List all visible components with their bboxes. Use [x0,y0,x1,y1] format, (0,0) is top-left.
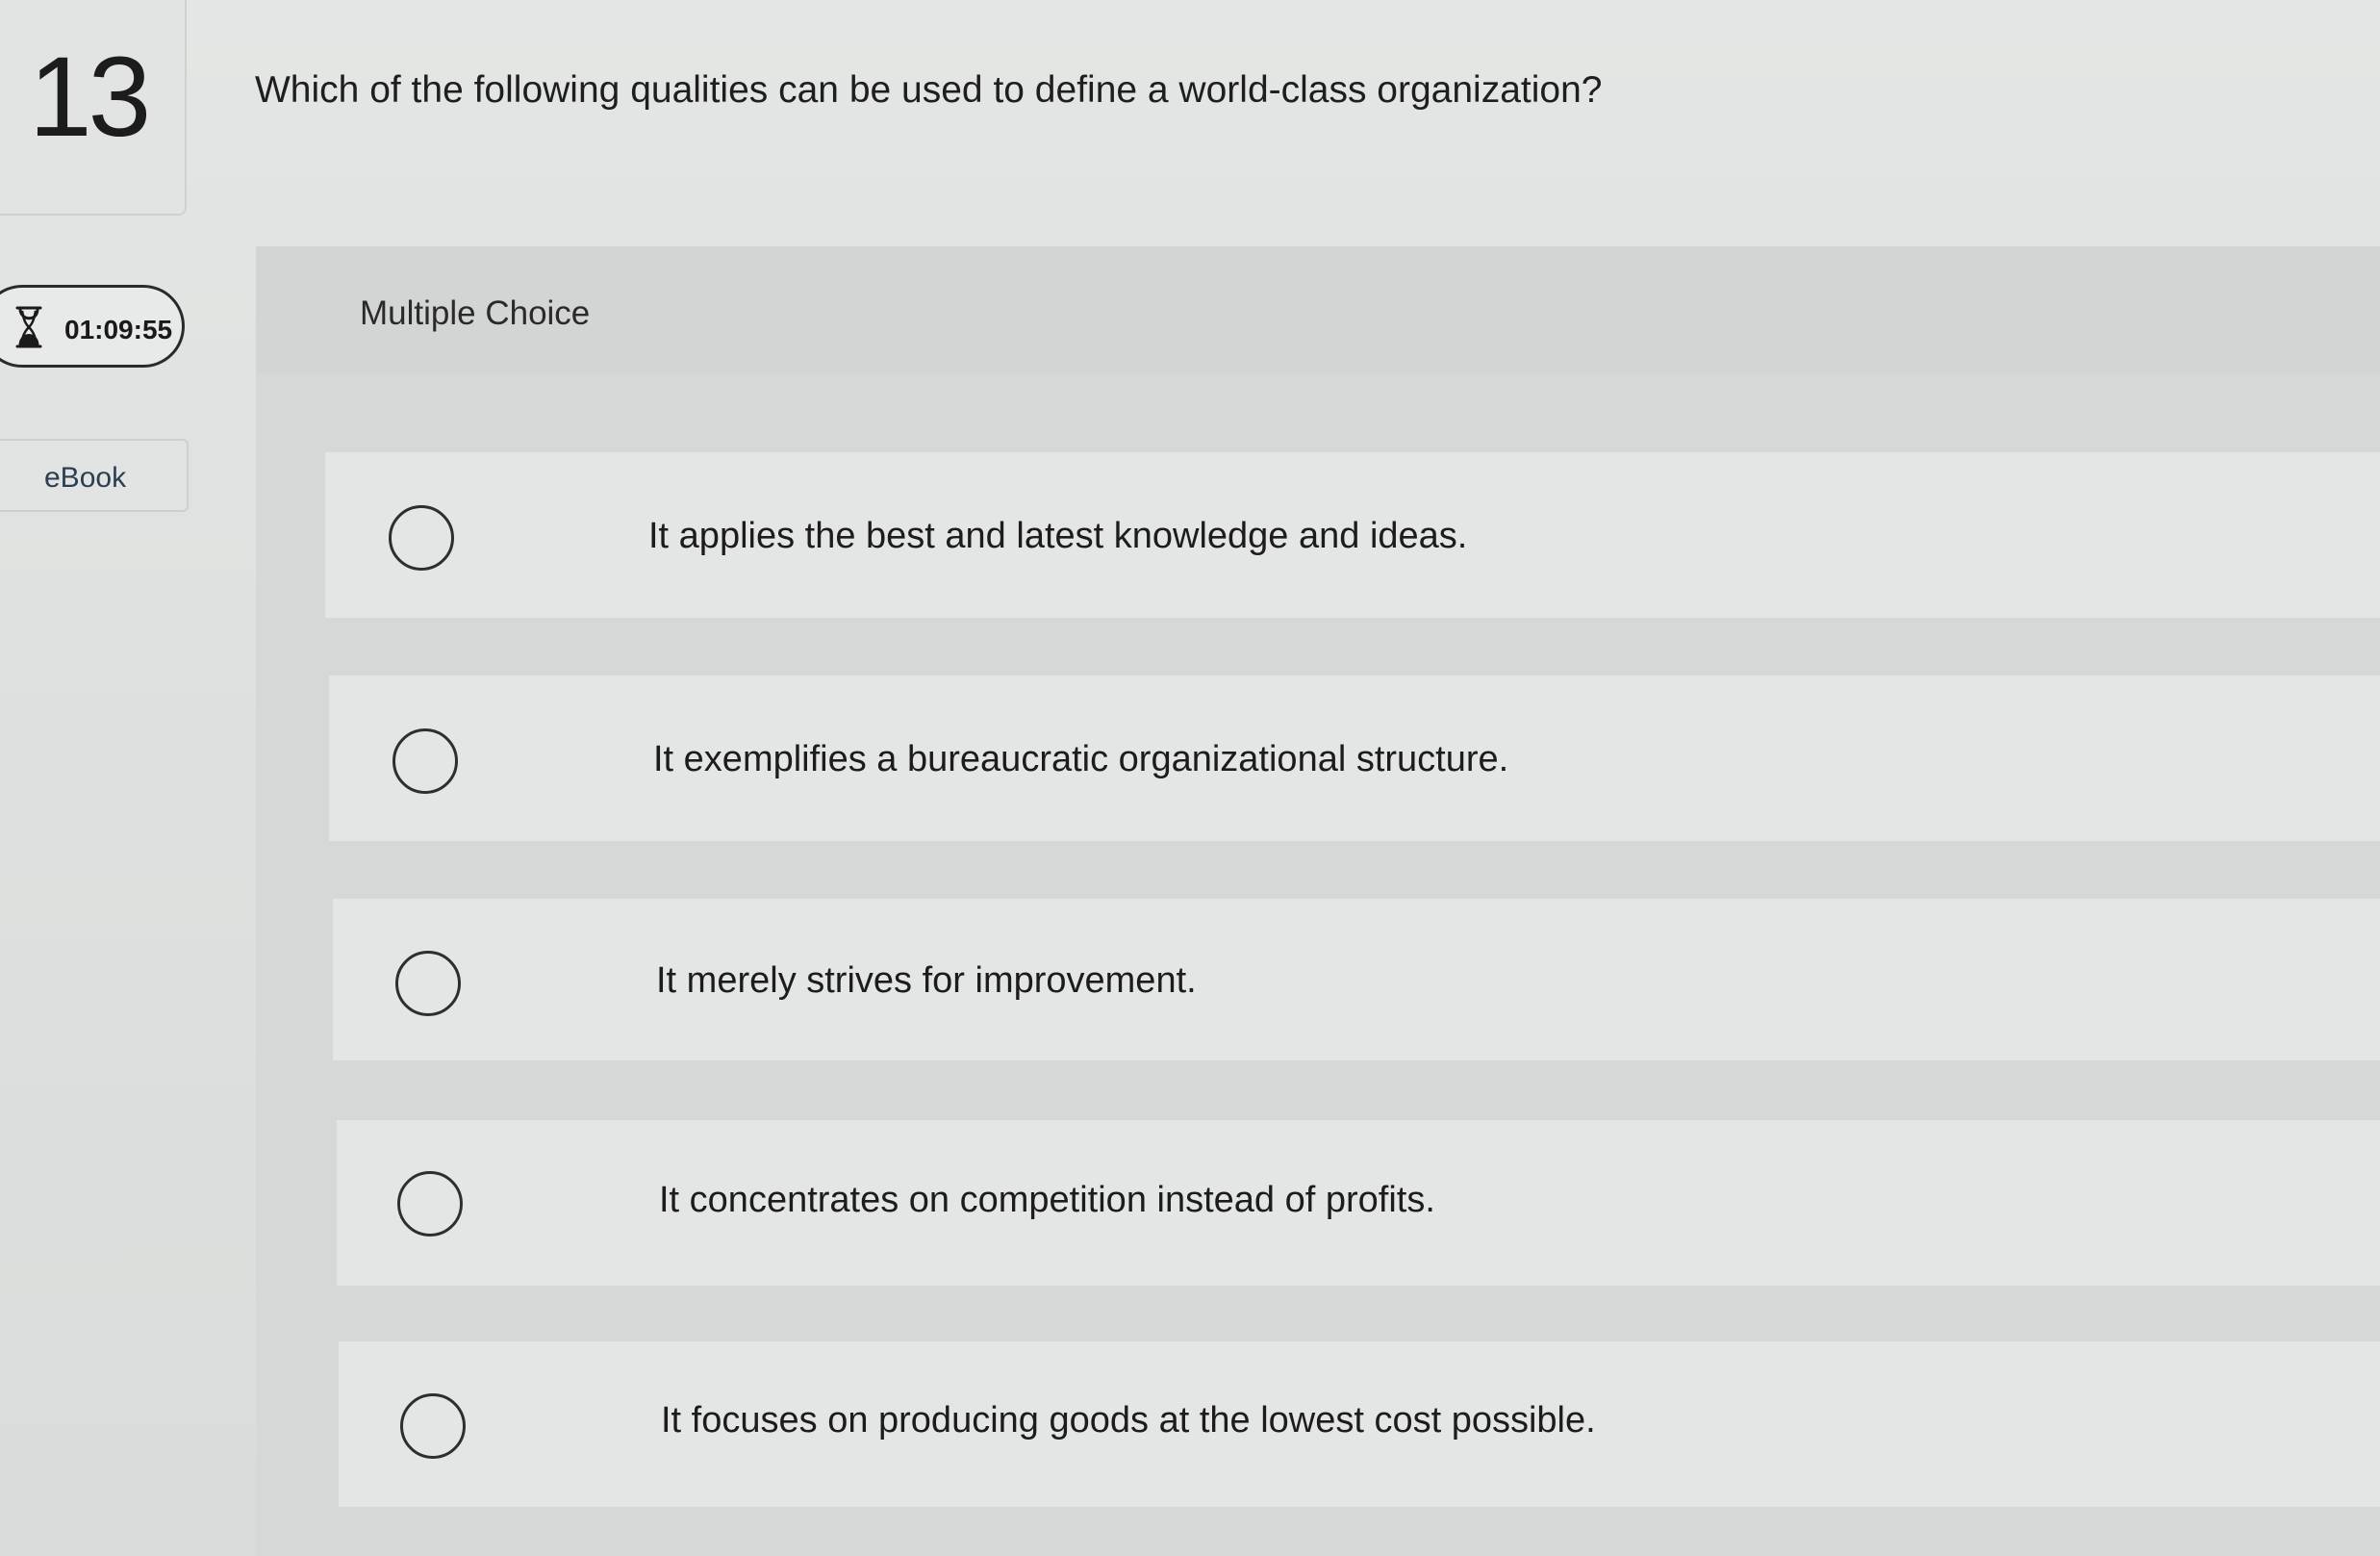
answer-option-text-2: It exemplifies a bureaucratic organizati… [653,739,1509,779]
hourglass-icon [15,306,42,348]
answer-radio-3[interactable] [395,951,461,1016]
timer-badge[interactable]: 01:09:55 [0,285,185,368]
timer-value: 01:09:55 [64,315,173,344]
question-number-box: 13 [0,0,187,216]
question-type-label: Multiple Choice [360,294,591,332]
answer-radio-5[interactable] [400,1393,466,1459]
answer-radio-1[interactable] [389,505,454,571]
answer-radio-2[interactable] [392,728,458,794]
answer-option-text-3: It merely strives for improvement. [656,960,1197,1001]
page-background: 13 01:09:55 eBook Which of the following… [0,0,2380,1556]
ebook-label: eBook [44,462,127,494]
question-text: Which of the following qualities can be … [255,69,1603,111]
answer-option-text-1: It applies the best and latest knowledge… [648,516,1468,556]
ebook-button[interactable]: eBook [0,439,189,512]
question-number: 13 [29,34,151,161]
answer-option-text-5: It focuses on producing goods at the low… [661,1400,1596,1441]
answer-option-3[interactable] [333,899,2380,1060]
answer-radio-4[interactable] [397,1171,463,1237]
answer-option-text-4: It concentrates on competition instead o… [659,1180,1435,1220]
